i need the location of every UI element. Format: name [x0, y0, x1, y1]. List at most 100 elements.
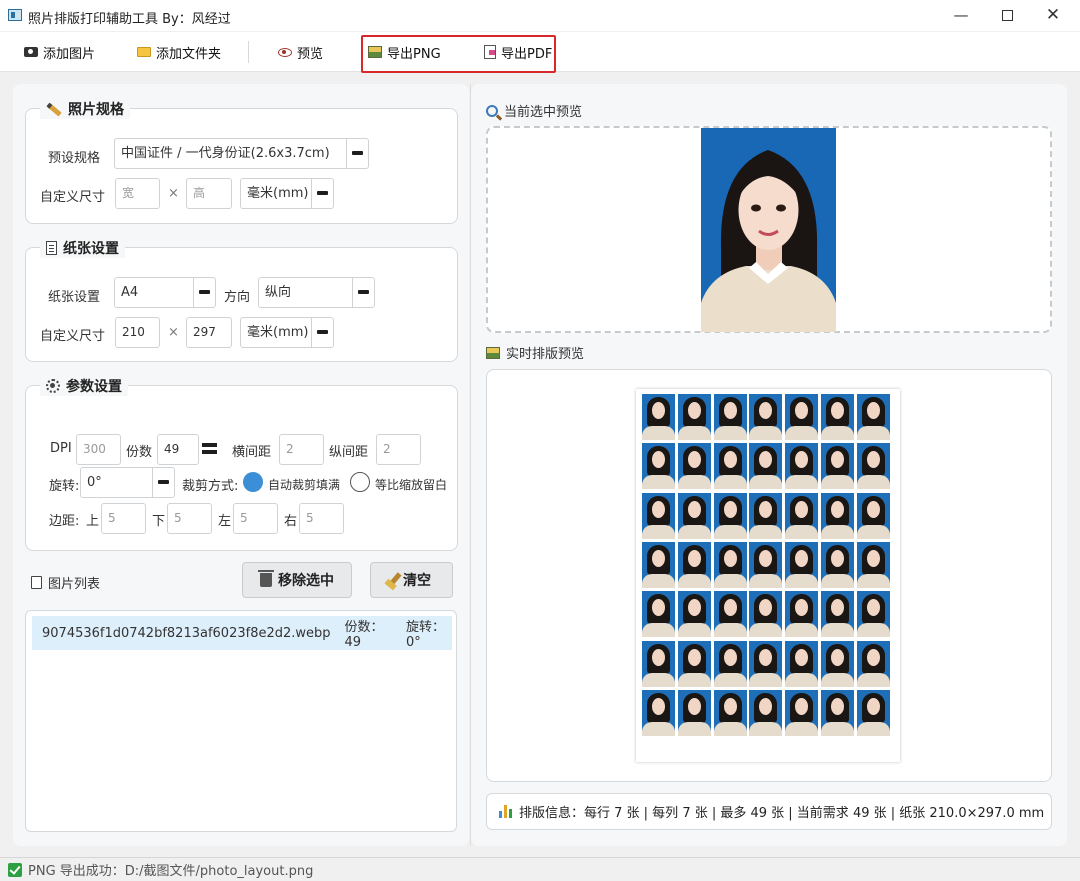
orientation-select[interactable]: 纵向 [258, 277, 375, 308]
rotate-label: 旋转: [49, 479, 80, 494]
margin-left-input[interactable]: 5 [233, 503, 278, 534]
layout-photo-thumb [821, 591, 854, 638]
margin-bottom-label: 下 [152, 514, 166, 529]
layout-photo-thumb [749, 394, 783, 440]
window-title: 照片排版打印辅助工具 By：风经过 [28, 12, 231, 27]
paper-value: A4 [121, 285, 139, 300]
layout-photo-thumb [856, 492, 890, 539]
v-gap-label: 纵间距 [329, 445, 369, 460]
params-title-text: 参数设置 [66, 379, 122, 395]
export-highlight-box [361, 35, 556, 73]
rotate-select[interactable]: 0° [80, 467, 175, 498]
dpi-input[interactable]: 300 [76, 434, 121, 465]
clear-button[interactable]: 清空 [370, 562, 453, 598]
dpi-label: DPI [50, 441, 72, 456]
trash-icon [258, 570, 274, 587]
crop-scale-label: 等比缩放留白 [375, 478, 448, 492]
dropdown-arrow-icon [352, 278, 374, 307]
layout-photo-thumb [749, 689, 783, 736]
image-list-title: 图片列表 [48, 577, 101, 592]
v-gap-input[interactable]: 2 [376, 434, 421, 465]
crop-label: 裁剪方式: [182, 479, 239, 494]
list-item-rotation: 旋转：0° [406, 620, 446, 650]
margin-label: 边距: [49, 514, 80, 529]
crop-auto-radio[interactable] [243, 472, 263, 492]
paper-height-input[interactable]: 297 [186, 317, 232, 348]
broom-icon [387, 572, 402, 588]
layout-photo-thumb [749, 640, 783, 687]
layout-preview-header: 实时排版预览 [486, 343, 584, 362]
toolbar-separator [248, 41, 249, 63]
portrait-photo [701, 128, 836, 332]
layout-photo-thumb [821, 541, 854, 588]
maximize-button[interactable] [984, 0, 1030, 32]
photo-unit-select[interactable]: 毫米(mm) [240, 178, 334, 209]
layout-info-bar: 排版信息：每行 7 张 | 每列 7 张 | 最多 49 张 | 当前需求 49… [486, 793, 1052, 830]
image-list[interactable]: 9074536f1d0742bf8213af6023f8e2d2.webp 份数… [25, 610, 457, 832]
add-folder-button[interactable]: 添加文件夹 [137, 42, 221, 62]
margin-right-label: 右 [284, 514, 298, 529]
layout-photo-thumb [856, 394, 890, 440]
layout-photo-thumb [642, 394, 675, 440]
copies-input[interactable]: 49 [157, 434, 199, 465]
bar-chart-icon [499, 805, 513, 818]
layout-photo-thumb [713, 443, 747, 490]
dropdown-arrow-icon [311, 318, 333, 347]
layout-photo-thumb [821, 443, 854, 490]
add-image-button[interactable]: 添加图片 [24, 42, 95, 62]
copies-spinner-icon[interactable] [202, 434, 218, 465]
magnifier-icon [486, 104, 498, 117]
h-gap-input[interactable]: 2 [279, 434, 324, 465]
layout-photo-thumb [856, 443, 890, 490]
margin-top-input[interactable]: 5 [101, 503, 146, 534]
photo-spec-title: 照片规格 [40, 99, 130, 119]
layout-photo-thumb [677, 689, 711, 736]
title-bar: 照片排版打印辅助工具 By：风经过 — ✕ [0, 0, 1080, 32]
margin-bottom-input[interactable]: 5 [167, 503, 212, 534]
layout-photo-thumb [642, 541, 675, 588]
layout-preview-title: 实时排版预览 [506, 347, 585, 362]
remove-selected-label: 移除选中 [278, 573, 334, 589]
paper-title: 纸张设置 [40, 238, 125, 258]
picture-icon [486, 346, 500, 359]
clear-label: 清空 [403, 573, 431, 589]
layout-photo-thumb [677, 591, 711, 638]
margin-right-input[interactable]: 5 [299, 503, 344, 534]
preview-button[interactable]: 预览 [278, 42, 323, 62]
remove-selected-button[interactable]: 移除选中 [242, 562, 352, 598]
paper-unit-select[interactable]: 毫米(mm) [240, 317, 334, 348]
params-title: 参数设置 [40, 376, 128, 396]
close-button[interactable]: ✕ [1030, 0, 1076, 32]
times-sign: × [168, 325, 179, 340]
photo-height-input[interactable]: 高 [186, 178, 232, 209]
paper-width-input[interactable]: 210 [115, 317, 160, 348]
minimize-button[interactable]: — [938, 0, 984, 32]
layout-photo-thumb [785, 394, 819, 440]
layout-photo-thumb [785, 591, 819, 638]
layout-photo-thumb [642, 591, 675, 638]
crop-scale-radio[interactable] [350, 472, 370, 492]
list-item[interactable]: 9074536f1d0742bf8213af6023f8e2d2.webp 份数… [32, 616, 452, 650]
paper-select[interactable]: A4 [114, 277, 216, 308]
layout-photo-thumb [856, 640, 890, 687]
eye-icon [278, 47, 292, 57]
clipboard-icon [31, 576, 42, 589]
layout-photo-thumb [677, 492, 711, 539]
margin-top-label: 上 [86, 514, 100, 529]
add-image-label: 添加图片 [43, 46, 96, 62]
app-icon [8, 9, 22, 21]
layout-photo-thumb [642, 492, 675, 539]
layout-photo-thumb [713, 689, 747, 736]
photo-width-input[interactable]: 宽 [115, 178, 160, 209]
layout-photo-thumb [713, 640, 747, 687]
layout-info-text: 排版信息：每行 7 张 | 每列 7 张 | 最多 49 张 | 当前需求 49… [519, 806, 1045, 821]
layout-photo-thumb [821, 394, 854, 440]
preset-select[interactable]: 中国证件 / 一代身份证(2.6x3.7cm) [114, 138, 369, 169]
paper-label: 纸张设置 [48, 290, 101, 305]
layout-photo-thumb [749, 541, 783, 588]
image-list-header: 图片列表 [31, 573, 100, 592]
layout-photo-thumb [677, 394, 711, 440]
preset-label: 预设规格 [48, 151, 101, 166]
dropdown-arrow-icon [152, 468, 174, 497]
margin-left-label: 左 [218, 514, 232, 529]
